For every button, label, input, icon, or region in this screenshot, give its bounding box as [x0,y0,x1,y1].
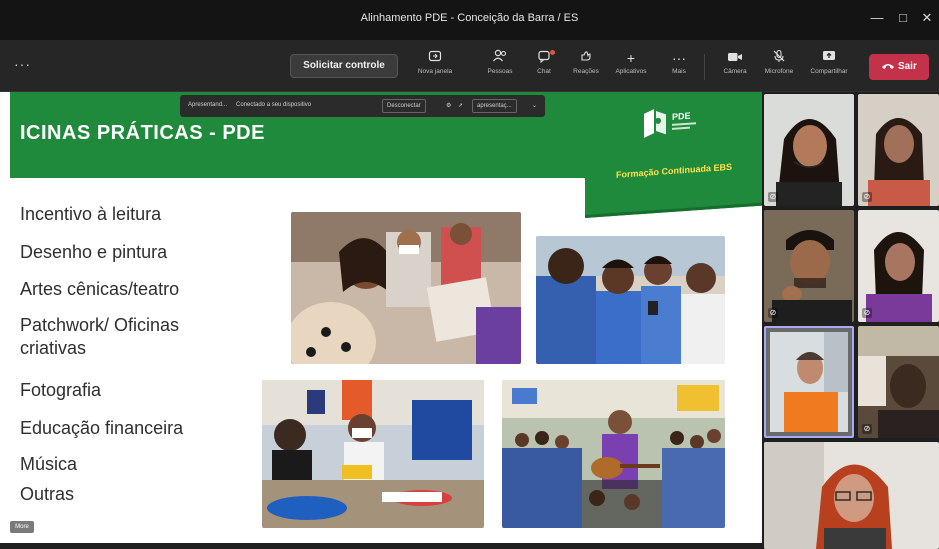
music-workshop-photo [502,380,725,528]
new-window-button[interactable]: Nova janela [412,48,458,86]
share-icon [806,48,852,68]
presenter-name: Apresentand... [188,102,228,108]
svg-text:PDE: PDE [672,111,690,122]
reading-workshop-photo [291,212,521,364]
participant-gallery: ⊘ ⊘ ⊘ ⊘ ⊘ [762,92,939,549]
microphone-off-icon: ⊘ [862,308,872,318]
new-window-icon [412,48,458,68]
microphone-off-icon: ⊘ [862,424,872,434]
more-button[interactable]: ··· Mais [656,48,702,86]
microphone-button[interactable]: Microfone [756,48,802,86]
topic-item: Música [20,454,78,474]
reactions-button[interactable]: Reações [563,48,609,86]
chat-label: Chat [537,68,551,75]
title-bar: Alinhamento PDE - Conceição da Barra / E… [0,0,939,40]
apps-icon: + [626,50,636,66]
microphone-off-icon: ⊘ [768,308,778,318]
students-photography-photo [536,236,725,364]
microphone-label: Microfone [764,68,794,75]
pde-logo: PDE [644,109,696,138]
people-label: Pessoas [487,68,513,75]
request-control-button[interactable]: Solicitar controle [290,54,398,78]
more-icon: ··· [672,50,686,66]
chat-button[interactable]: Chat [521,48,567,86]
people-button[interactable]: Pessoas [477,48,523,86]
people-icon [477,48,523,68]
apps-label: Aplicativos [615,68,647,75]
settings-icon[interactable]: ⚙ [446,102,451,109]
window-title: Alinhamento PDE - Conceição da Barra / E… [360,12,579,24]
microphone-off-icon: ⊘ [862,192,872,202]
participant-video-tile[interactable] [764,442,939,549]
presenter-share-bar: Apresentand... Conectado a seu dispositi… [180,95,545,117]
topic-item: Patchwork/ Oficinas [20,315,180,335]
topic-item: Desenho e pintura [20,242,168,262]
badge-subtitle: Formação Continuada EBS [615,161,732,180]
minimize-icon[interactable]: — [866,10,888,25]
participant-video-tile[interactable]: ⊘ [858,210,939,322]
participant-video-tile[interactable]: ⊘ [764,210,854,322]
microphone-off-icon [756,48,802,68]
phone-hangup-icon [881,61,898,72]
microphone-off-icon: ⊘ [768,192,778,202]
reactions-icon [563,48,609,68]
participant-video-tile[interactable]: ⊘ [858,94,939,206]
pde-badge-card: PDE Formação Continuada EBS [585,92,762,218]
active-speaker-tile[interactable] [764,326,854,438]
share-bar-chevron-icon[interactable]: ⌄ [532,102,537,109]
topic-item: Fotografia [20,380,102,400]
presenting-dropdown[interactable]: apresentaç... [472,99,517,113]
slide-title: ICINAS PRÁTICAS - PDE [20,122,265,144]
reactions-label: Reações [573,68,599,75]
topic-item: Artes cênicas/teatro [20,279,180,299]
leave-button[interactable]: Sair [869,54,929,80]
topic-item: Incentivo à leitura [20,204,162,224]
share-button[interactable]: Compartilhar [806,48,852,86]
close-icon[interactable]: ✕ [916,10,938,26]
camera-button[interactable]: Câmera [712,48,758,86]
topic-item: Outras [20,484,75,504]
topic-item: criativas [20,338,87,358]
more-options-icon[interactable]: ··· [14,56,31,72]
meeting-toolbar: ··· Solicitar controle Nova janela Pesso… [0,40,939,92]
camera-icon [712,48,758,68]
participant-video-tile[interactable]: ⊘ [764,94,854,206]
teams-meeting-window: Alinhamento PDE - Conceição da Barra / E… [0,0,939,549]
painting-workshop-photo [262,380,484,528]
connection-status: Conectado a seu dispositivo [236,102,312,108]
share-label: Compartilhar [810,68,848,75]
maximize-icon[interactable]: □ [892,10,914,25]
apps-button[interactable]: + Aplicativos [608,48,654,86]
more-tag: More [10,521,34,533]
leave-label: Sair [897,61,917,72]
camera-label: Câmera [723,68,747,75]
shared-screen-stage: ICINAS PRÁTICAS - PDE PDE Formação Conti… [0,92,762,543]
toolbar-divider [704,54,705,80]
pin-icon[interactable]: ➚ [458,102,463,109]
chat-icon [521,48,567,68]
participant-video-tile[interactable]: ⊘ [858,326,939,438]
new-window-label: Nova janela [417,68,453,75]
more-label: Mais [672,68,686,75]
disconnect-button[interactable]: Desconectar [382,99,426,113]
chat-notification-dot [550,50,555,55]
topic-item: Educação financeira [20,418,184,438]
